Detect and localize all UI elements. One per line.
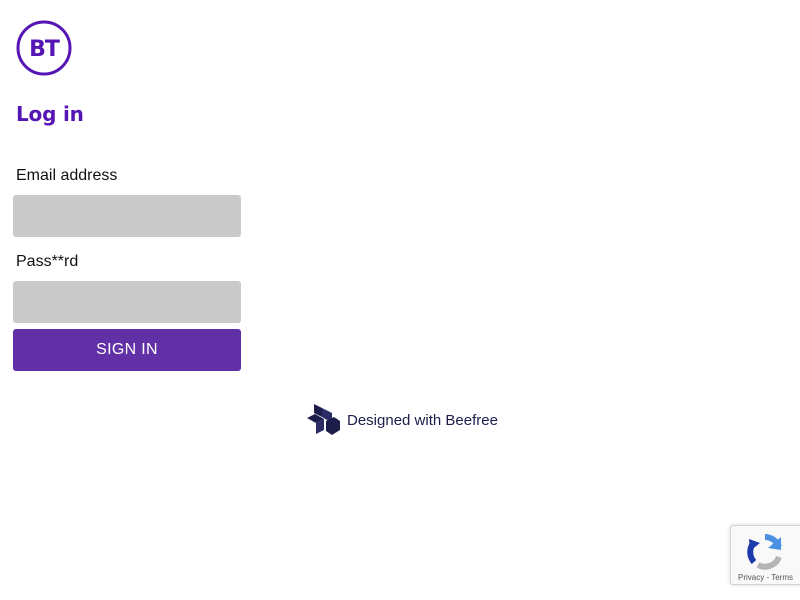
sign-in-button[interactable]: SIGN IN bbox=[13, 329, 241, 371]
beefree-credit-text: Designed with Beefree bbox=[347, 411, 498, 429]
beefree-credit-link[interactable]: Designed with Beefree bbox=[306, 403, 498, 437]
email-label: Email address bbox=[16, 167, 118, 184]
recaptcha-terms-link[interactable]: Terms bbox=[771, 573, 793, 582]
password-label: Pass**rd bbox=[16, 253, 79, 270]
bt-logo-icon: BT bbox=[16, 20, 72, 76]
recaptcha-badge[interactable]: Privacy - Terms bbox=[730, 525, 800, 585]
bt-logo: BT bbox=[16, 20, 72, 76]
recaptcha-icon bbox=[747, 534, 782, 570]
login-page: BT Log in Email address Pass**rd SIGN IN… bbox=[0, 0, 800, 600]
email-field[interactable] bbox=[13, 195, 241, 237]
recaptcha-links: Privacy - Terms bbox=[738, 573, 793, 582]
page-title: Log in bbox=[16, 102, 84, 126]
recaptcha-privacy-link[interactable]: Privacy bbox=[738, 573, 764, 582]
beefree-logo-icon bbox=[307, 404, 340, 435]
bt-logo-text: BT bbox=[29, 37, 60, 62]
password-field[interactable] bbox=[13, 281, 241, 323]
